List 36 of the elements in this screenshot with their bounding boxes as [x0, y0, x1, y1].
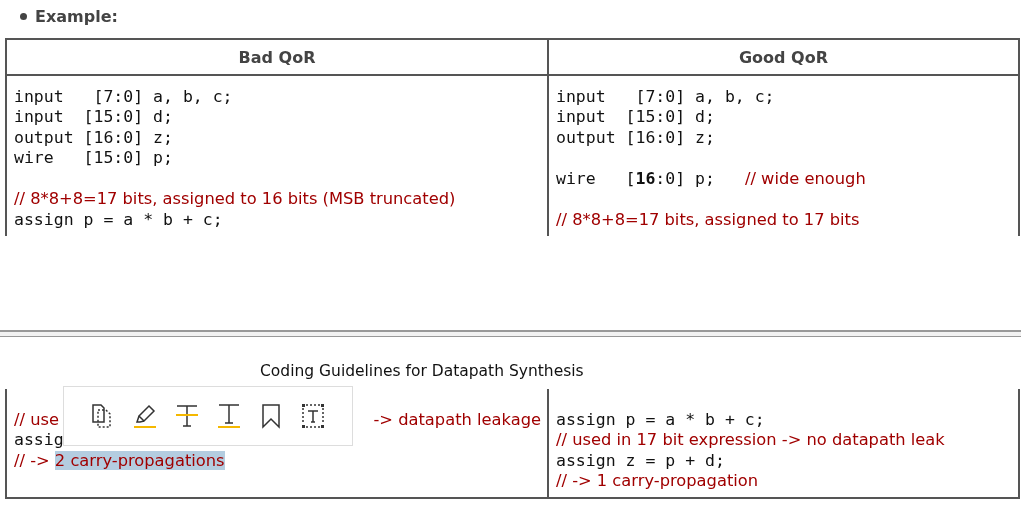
code-comment: // 8*8+8=17 bits, assigned to 16 bits (MSB truncated) — [14, 189, 456, 209]
column-header: Bad QoR — [7, 40, 549, 76]
code-line: assign z = p + d; — [556, 450, 725, 470]
code-line: wire [16:0] p; — [556, 168, 715, 188]
code-comment: -> datapath leakage — [373, 409, 541, 429]
code-comment: // use — [14, 409, 59, 429]
code-line: wire [15:0] p; — [14, 148, 173, 168]
underline-icon — [217, 403, 241, 429]
code-line: assign p = a * b + c; — [14, 209, 223, 229]
code-line: assig — [14, 430, 64, 450]
code-line: input [7:0] a, b, c; — [14, 86, 233, 106]
toolbar-button[interactable] — [175, 403, 199, 429]
code-line: input [15:0] d; — [14, 107, 173, 127]
code-line: output [16:0] z; — [14, 127, 173, 147]
code-line: input [7:0] a, b, c; — [556, 86, 775, 106]
code-comment: // wide enough — [744, 168, 866, 188]
strikethrough-icon — [175, 403, 199, 429]
toolbar-button[interactable] — [217, 403, 241, 429]
toolbar-button[interactable] — [259, 403, 283, 429]
bookmark-icon — [259, 403, 283, 429]
bullet-icon — [20, 13, 27, 20]
toolbar-button[interactable] — [301, 403, 325, 429]
code-line: input [15:0] d; — [556, 107, 715, 127]
highlighter-icon — [133, 403, 157, 429]
code-comment: // -> 1 carry-propagation — [556, 471, 759, 491]
text-box-icon — [301, 403, 325, 429]
page-header: Coding Guidelines for Datapath Synthesis — [259, 360, 585, 382]
section-label: Example: — [35, 7, 118, 26]
code-comment: // 8*8+8=17 bits, assigned to 17 bits — [556, 209, 860, 229]
code-line: output [16:0] z; — [556, 127, 715, 147]
code-comment: // used in 17 bit expression -> no datapath leak — [556, 430, 945, 450]
code-comment: // -> — [14, 450, 51, 470]
toolbar-button[interactable] — [133, 403, 157, 429]
code-line: assign p = a * b + c; — [556, 409, 765, 429]
column-header: Good QoR — [549, 40, 1018, 76]
selected-text: 2 carry-propagations — [54, 450, 225, 470]
